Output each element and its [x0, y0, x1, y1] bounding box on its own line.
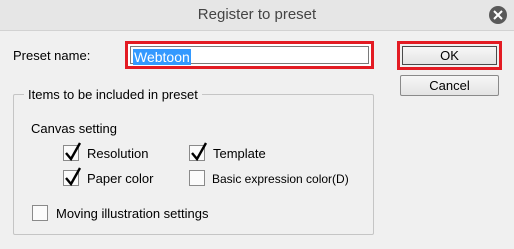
- cancel-button[interactable]: Cancel: [400, 75, 499, 96]
- canvas-setting-label: Canvas setting: [31, 121, 117, 136]
- ok-button-highlight: OK: [397, 41, 502, 70]
- preset-name-highlight: Webtoon: [125, 41, 374, 69]
- checkmark-icon: [191, 142, 208, 162]
- basic-expression-color-label: Basic expression color(D): [212, 172, 349, 186]
- checkmark-icon: [65, 167, 82, 187]
- title-bar: Register to preset: [0, 0, 514, 31]
- close-button[interactable]: [489, 6, 507, 24]
- dialog-title: Register to preset: [197, 6, 317, 23]
- preset-name-label: Preset name:: [13, 48, 91, 63]
- register-preset-dialog: Register to preset Preset name: Webtoon …: [0, 0, 514, 249]
- template-label: Template: [213, 146, 266, 161]
- ok-button[interactable]: OK: [402, 46, 497, 65]
- resolution-label: Resolution: [87, 146, 149, 161]
- group-legend: Items to be included in preset: [24, 87, 202, 102]
- template-checkbox[interactable]: [189, 142, 208, 162]
- paper-color-label: Paper color: [87, 171, 154, 186]
- moving-illustration-label: Moving illustration settings: [56, 206, 209, 221]
- checkmark-icon: [65, 142, 82, 162]
- resolution-checkbox[interactable]: [63, 142, 82, 162]
- moving-illustration-checkbox[interactable]: [32, 205, 48, 221]
- preset-name-input[interactable]: Webtoon: [130, 46, 369, 65]
- paper-color-checkbox[interactable]: [63, 167, 82, 187]
- preset-name-value: Webtoon: [133, 49, 191, 65]
- close-icon: [493, 10, 503, 20]
- basic-expression-color-checkbox[interactable]: [189, 170, 205, 186]
